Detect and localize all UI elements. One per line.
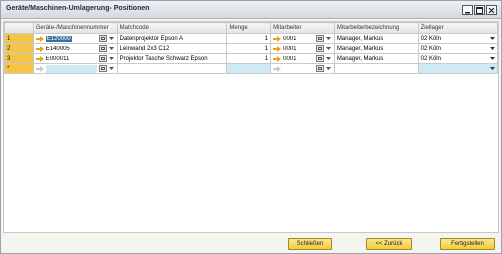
mitarbeiterbezeichnung-cell[interactable]: Manager, Markus [333,43,419,54]
geraetenummer-value[interactable]: E120000 [45,35,72,42]
choose-from-list-icon[interactable] [315,55,324,62]
geraetenummer-value[interactable]: E140005 [46,46,97,52]
link-arrow-icon[interactable] [273,55,282,62]
menge-cell[interactable]: 1 [226,43,272,54]
geraetenummer-cell[interactable]: E120000 [32,33,118,44]
finish-button[interactable]: Fertigstellen [440,238,495,250]
dialog-window: Geräte/Maschinen-Umlagerung- Positionen … [0,0,502,254]
mitarbeiter-cell[interactable]: 0001 [270,43,335,54]
maximize-icon [476,6,483,14]
link-arrow-icon[interactable] [273,45,282,52]
header-rownum [4,22,34,34]
chevron-down-icon[interactable] [326,57,332,60]
choose-from-list-icon[interactable] [98,65,107,72]
header-menge[interactable]: Menge [226,22,272,34]
table-row: 3 E000011 Projektor Tasche Schwarz Epson… [4,53,499,64]
chevron-down-icon[interactable] [490,57,495,60]
chevron-down-icon[interactable] [490,37,495,40]
header-ziellager[interactable]: Ziellager [417,22,499,34]
title-bar: Geräte/Maschinen-Umlagerung- Positionen [1,1,501,19]
matchcode-cell[interactable]: Datenprojektor Epson A [116,33,228,44]
mitarbeiterbezeichnung-cell[interactable]: Manager, Markus [333,33,419,44]
ziellager-cell[interactable] [417,63,499,74]
matchcode-cell[interactable]: Projektor Tasche Schwarz Epson [116,53,228,64]
positions-table: Geräte-/Maschinennummer Matchcode Menge … [4,22,499,74]
menge-cell[interactable]: 1 [226,53,272,64]
header-matchcode[interactable]: Matchcode [116,22,228,34]
geraetenummer-cell[interactable] [32,63,118,74]
chevron-down-icon[interactable] [109,67,115,70]
chevron-down-icon[interactable] [490,47,495,50]
window-title: Geräte/Maschinen-Umlagerung- Positionen [6,5,150,12]
link-arrow-icon[interactable] [35,35,44,42]
chevron-down-icon[interactable] [109,47,115,50]
menge-cell[interactable] [226,63,272,74]
table-row: 2 E140005 Leinwand 2x3 C12 1 0001 Manage… [4,43,499,54]
close-window-button[interactable] [486,5,497,15]
mitarbeiterbezeichnung-cell[interactable] [333,63,419,74]
mitarbeiter-value[interactable]: 0001 [283,36,314,42]
ziellager-value[interactable]: 02 Köln [421,36,441,42]
mitarbeiterbezeichnung-cell[interactable]: Manager, Markus [333,53,419,64]
chevron-down-icon[interactable] [326,37,332,40]
choose-from-list-icon[interactable] [315,45,324,52]
geraetenummer-cell[interactable]: E140005 [32,43,118,54]
link-arrow-icon[interactable] [35,45,44,52]
minimize-button[interactable] [462,5,473,15]
new-row: * [4,63,499,74]
ziellager-cell[interactable]: 02 Köln [417,53,499,64]
table-header-row: Geräte-/Maschinennummer Matchcode Menge … [4,22,499,34]
header-mitarbeiter[interactable]: Mitarbeiter [270,22,335,34]
ziellager-cell[interactable]: 02 Köln [417,33,499,44]
choose-from-list-icon[interactable] [98,55,107,62]
chevron-down-icon[interactable] [490,67,495,70]
matchcode-cell[interactable] [116,63,228,74]
close-button[interactable]: Schließen [288,238,332,250]
link-arrow-icon [35,65,44,72]
choose-from-list-icon[interactable] [315,65,324,72]
mitarbeiter-value[interactable]: 0001 [283,56,314,62]
chevron-down-icon[interactable] [109,57,115,60]
table-row: 1 E120000 Datenprojektor Epson A 1 0001 … [4,33,499,44]
link-arrow-icon [273,65,282,72]
new-row-marker[interactable]: * [4,63,34,74]
mitarbeiter-cell[interactable]: 0001 [270,53,335,64]
row-number[interactable]: 2 [4,43,34,54]
geraetenummer-cell[interactable]: E000011 [32,53,118,64]
choose-from-list-icon[interactable] [98,35,107,42]
ziellager-value[interactable]: 02 Köln [421,56,441,62]
choose-from-list-icon[interactable] [98,45,107,52]
grid-area: Geräte-/Maschinennummer Matchcode Menge … [3,21,499,233]
chevron-down-icon[interactable] [109,37,115,40]
geraetenummer-value[interactable]: E000011 [46,56,97,62]
chevron-down-icon[interactable] [326,47,332,50]
matchcode-cell[interactable]: Leinwand 2x3 C12 [116,43,228,54]
link-arrow-icon[interactable] [273,35,282,42]
row-number[interactable]: 1 [4,33,34,44]
row-number[interactable]: 3 [4,53,34,64]
choose-from-list-icon[interactable] [315,35,324,42]
mitarbeiter-cell[interactable]: 0001 [270,33,335,44]
mitarbeiter-value[interactable]: 0001 [283,46,314,52]
minimize-icon [465,11,470,13]
back-button[interactable]: << Zurück [366,238,412,250]
ziellager-value[interactable]: 02 Köln [421,46,441,52]
close-icon [488,7,495,13]
header-geraetenummer[interactable]: Geräte-/Maschinennummer [32,22,118,34]
header-mitarbeiterbezeichnung[interactable]: Mitarbeiterbezeichnung [333,22,419,34]
geraetenummer-input[interactable] [45,64,97,73]
ziellager-cell[interactable]: 02 Köln [417,43,499,54]
mitarbeiter-cell[interactable] [270,63,335,74]
chevron-down-icon[interactable] [326,67,332,70]
link-arrow-icon[interactable] [35,55,44,62]
menge-cell[interactable]: 1 [226,33,272,44]
maximize-button[interactable] [474,5,485,15]
window-controls [462,5,497,15]
